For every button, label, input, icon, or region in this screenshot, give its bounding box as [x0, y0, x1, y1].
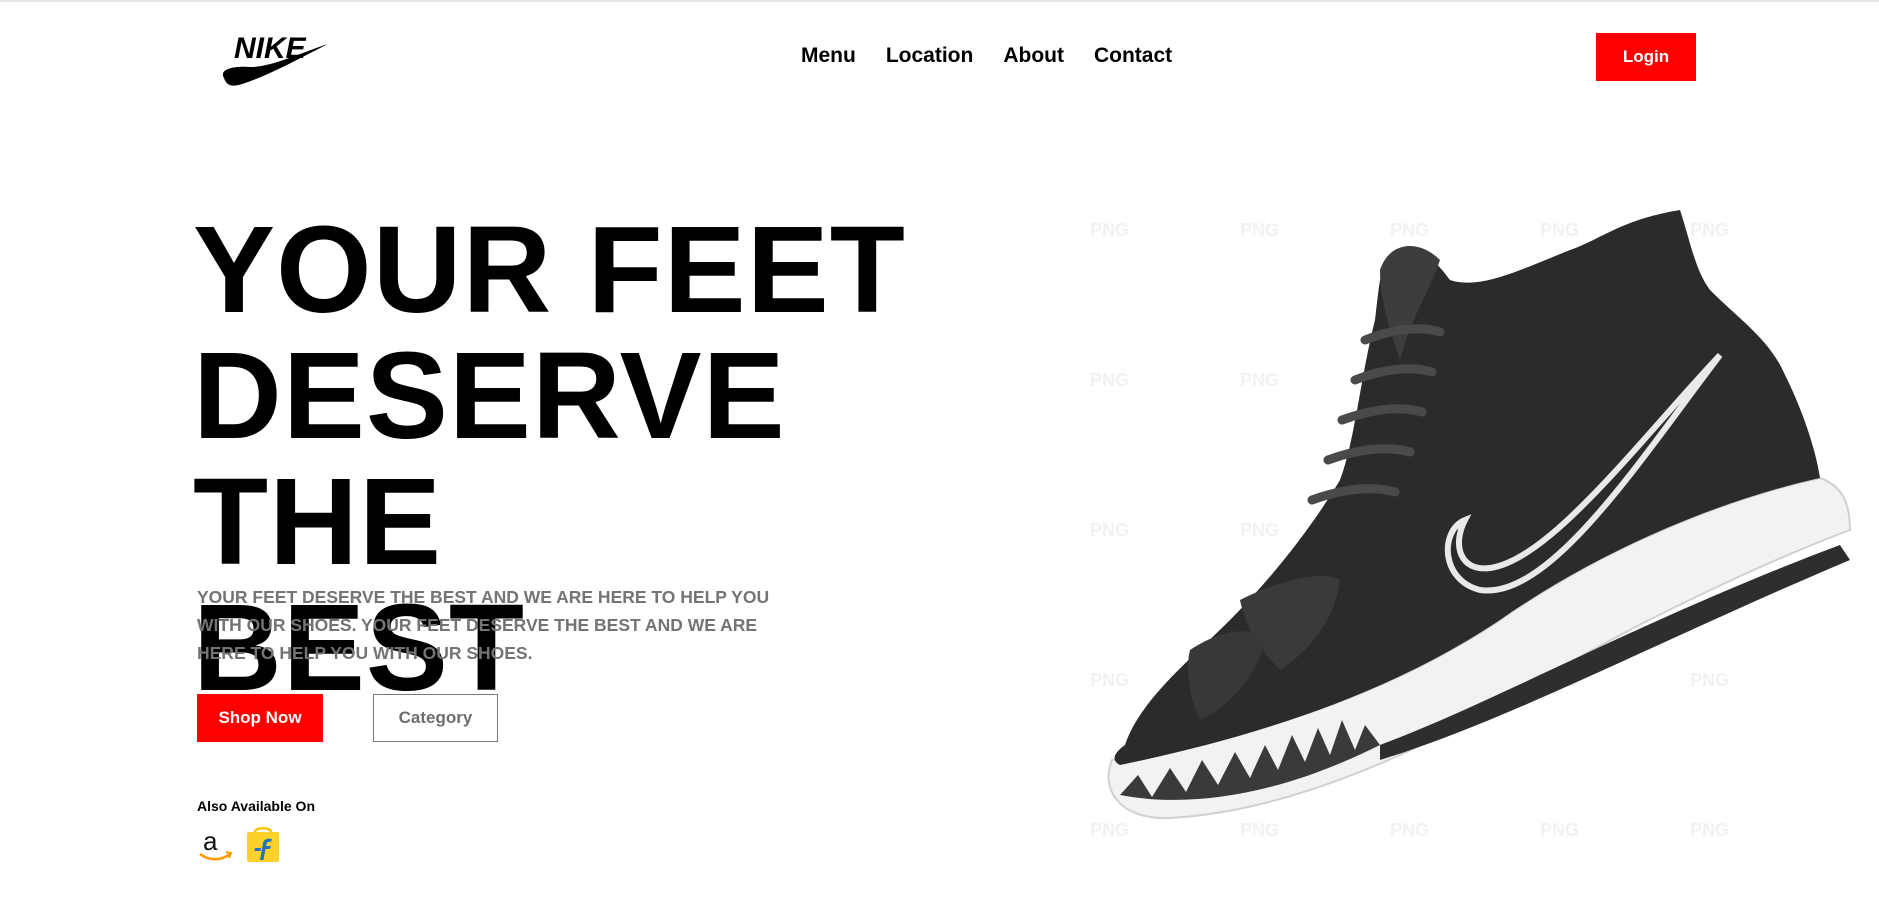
store-links: a — [197, 826, 281, 864]
svg-text:PNG: PNG — [1240, 370, 1279, 390]
nav-contact[interactable]: Contact — [1094, 44, 1172, 68]
headline-line-2: DESERVE THE — [193, 328, 786, 591]
svg-text:PNG: PNG — [1690, 670, 1729, 690]
svg-text:PNG: PNG — [1690, 220, 1729, 240]
svg-text:PNG: PNG — [1540, 220, 1579, 240]
also-available-label: Also Available On — [197, 798, 315, 814]
svg-text:PNG: PNG — [1390, 820, 1429, 840]
svg-text:PNG: PNG — [1090, 370, 1129, 390]
amazon-icon[interactable]: a — [197, 826, 233, 864]
headline-line-1: YOUR FEET — [193, 202, 906, 339]
svg-text:PNG: PNG — [1690, 820, 1729, 840]
svg-text:a: a — [203, 826, 218, 856]
shop-now-button[interactable]: Shop Now — [197, 694, 323, 742]
svg-text:PNG: PNG — [1240, 220, 1279, 240]
top-border — [0, 0, 1879, 2]
svg-text:PNG: PNG — [1090, 820, 1129, 840]
nike-logo[interactable]: NIKE — [220, 28, 330, 86]
svg-text:PNG: PNG — [1540, 820, 1579, 840]
sneaker-image: PNG PNG PNG PNG PNG PNG PNG PNG PNG PNG PNG PNG PN… — [1090, 210, 1852, 840]
nav-menu[interactable]: Menu — [801, 44, 856, 68]
svg-text:PNG: PNG — [1390, 220, 1429, 240]
svg-text:PNG: PNG — [1090, 220, 1129, 240]
category-button[interactable]: Category — [373, 694, 498, 742]
svg-text:PNG: PNG — [1240, 820, 1279, 840]
main-nav: Menu Location About Contact — [801, 44, 1172, 68]
flipkart-icon[interactable] — [245, 826, 281, 864]
hero-description: YOUR FEET DESERVE THE BEST AND WE ARE HE… — [197, 587, 770, 663]
svg-text:PNG: PNG — [1090, 670, 1129, 690]
nav-about[interactable]: About — [1003, 44, 1064, 68]
nav-location[interactable]: Location — [886, 44, 974, 68]
login-button[interactable]: Login — [1596, 33, 1696, 81]
svg-text:PNG: PNG — [1090, 520, 1129, 540]
svg-text:PNG: PNG — [1240, 520, 1279, 540]
